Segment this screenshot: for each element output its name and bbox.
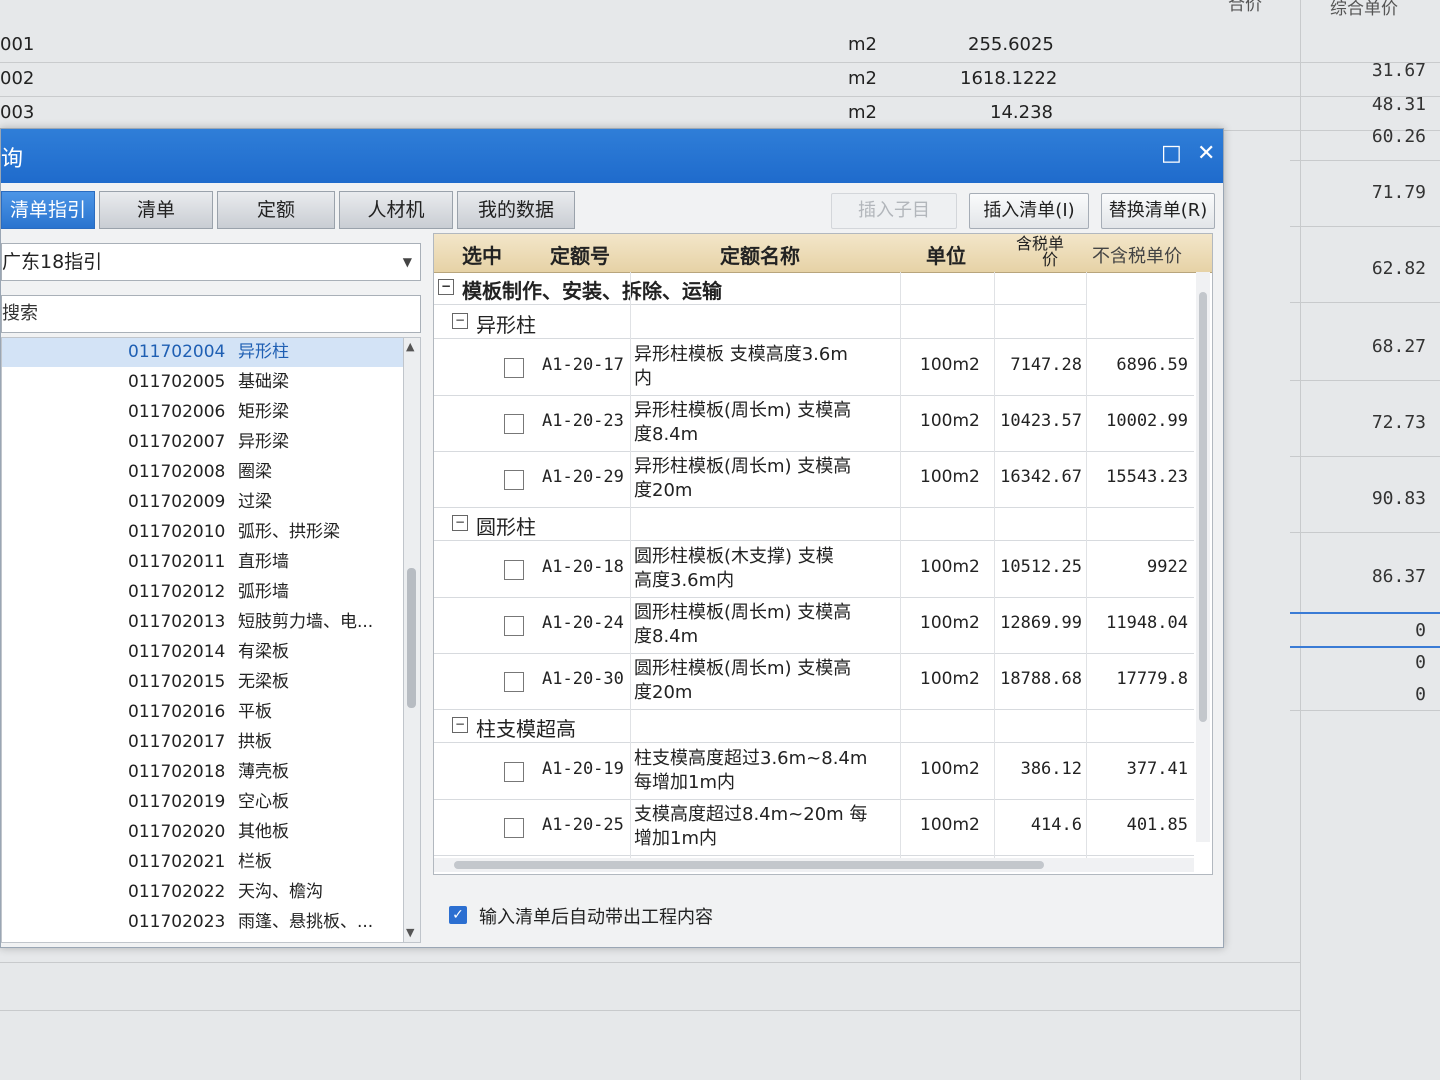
- scroll-thumb[interactable]: [407, 568, 416, 708]
- select-checkbox[interactable]: [504, 358, 524, 378]
- table-row[interactable]: A1-20-24 圆形柱模板(周长m) 支模高 度8.4m 100m2 12869.99…: [434, 598, 1194, 654]
- list-guide-items: 011702004 异形柱 011702005 基础梁 011702006 矩形梁 0117…: [1, 337, 405, 943]
- select-checkbox[interactable]: [504, 470, 524, 490]
- list-item[interactable]: 011702012 弧形墙: [2, 578, 404, 607]
- close-icon[interactable]: ✕: [1197, 141, 1215, 166]
- bg-row[interactable]: 003 m2 14.238: [0, 96, 1440, 131]
- list-item[interactable]: 011702013 短肢剪力墙、电...: [2, 608, 404, 637]
- tab-list[interactable]: 清单: [99, 191, 213, 229]
- select-checkbox[interactable]: [504, 762, 524, 782]
- search-input[interactable]: 搜索: [1, 295, 421, 333]
- table-row[interactable]: A1-20-19 柱支模高度超过3.6m~8.4m 每增加1m内 100m2 386.1…: [434, 744, 1194, 800]
- list-item[interactable]: 011702023 雨篷、悬挑板、...: [2, 908, 404, 937]
- table-row[interactable]: A1-20-29 异形柱模板(周长m) 支模高 度20m 100m2 16342.67 1…: [434, 452, 1194, 508]
- select-checkbox[interactable]: [504, 560, 524, 580]
- table-row[interactable]: A1-20-30 圆形柱模板(周长m) 支模高 度20m 100m2 18788.68 1…: [434, 654, 1194, 710]
- tab-materials[interactable]: 人材机: [339, 191, 453, 229]
- select-checkbox[interactable]: [504, 414, 524, 434]
- collapse-icon[interactable]: −: [438, 279, 454, 295]
- table-row[interactable]: A1-20-18 圆形柱模板(木支撑) 支模 高度3.6m内 100m2 10512.2…: [434, 542, 1194, 598]
- col-notax-price[interactable]: 不含税单价: [1092, 242, 1182, 268]
- grid-group-row[interactable]: − 柱支模超高: [434, 710, 1194, 743]
- guide-select[interactable]: 广东18指引 ▼: [1, 243, 421, 281]
- tab-list-guide[interactable]: 清单指引: [1, 191, 95, 229]
- auto-content-checkbox[interactable]: ✓: [449, 906, 467, 924]
- table-row[interactable]: A1-20-23 异形柱模板(周长m) 支模高 度8.4m 100m2 10423.57…: [434, 396, 1194, 452]
- grid-group-row[interactable]: − 圆形柱: [434, 508, 1194, 541]
- list-item[interactable]: 011702020 其他板: [2, 818, 404, 847]
- insert-child-button[interactable]: 插入子目: [831, 193, 957, 229]
- list-item[interactable]: 011702005 基础梁: [2, 368, 404, 397]
- list-item[interactable]: 011702017 拱板: [2, 728, 404, 757]
- list-item[interactable]: 011702022 天沟、檐沟: [2, 878, 404, 907]
- list-item[interactable]: 011702007 异形梁: [2, 428, 404, 457]
- tab-quota[interactable]: 定额: [217, 191, 335, 229]
- select-checkbox[interactable]: [504, 616, 524, 636]
- guide-select-value: 广东18指引: [2, 251, 103, 273]
- dialog-title: 询: [1, 147, 24, 172]
- col-select[interactable]: 选中: [462, 240, 502, 269]
- list-item[interactable]: 011702015 无梁板: [2, 668, 404, 697]
- grid-group-row[interactable]: − 异形柱: [434, 306, 1194, 339]
- scroll-thumb[interactable]: [454, 861, 1044, 869]
- list-item[interactable]: 011702009 过梁: [2, 488, 404, 517]
- grid-vscroll[interactable]: [1196, 272, 1210, 842]
- tab-my-data[interactable]: 我的数据: [457, 191, 575, 229]
- replace-list-button[interactable]: 替换清单(R): [1101, 193, 1215, 229]
- search-placeholder: 搜索: [2, 303, 38, 324]
- bg-header-total: 合价: [1228, 0, 1262, 15]
- col-code[interactable]: 定额号: [550, 240, 610, 269]
- maximize-icon[interactable]: □: [1161, 141, 1182, 166]
- list-item[interactable]: 011702004 异形柱: [2, 338, 404, 367]
- grid-root-row[interactable]: − 模板制作、安装、拆除、运输: [434, 272, 1086, 305]
- grid-header: 选中 定额号 定额名称 单位 含税单价 不含税单价: [434, 234, 1212, 273]
- col-name[interactable]: 定额名称: [720, 240, 800, 269]
- scroll-down-icon[interactable]: ▼: [406, 926, 414, 939]
- list-item[interactable]: 011702018 薄壳板: [2, 758, 404, 787]
- bg-row[interactable]: 002 m2 1618.1222: [0, 62, 1440, 97]
- col-tax-price[interactable]: 含税单价: [1016, 236, 1064, 268]
- collapse-icon[interactable]: −: [452, 313, 468, 329]
- insert-list-button[interactable]: 插入清单(I): [969, 193, 1089, 229]
- list-item[interactable]: 011702011 直形墙: [2, 548, 404, 577]
- list-item[interactable]: 011702006 矩形梁: [2, 398, 404, 427]
- query-dialog: 询 □ ✕ 清单指引 清单 定额 人材机 我的数据 插入子目 插入清单(I) 替…: [0, 128, 1224, 948]
- quota-grid: 选中 定额号 定额名称 单位 含税单价 不含税单价 − 模板制作、安装、拆除、运输…: [433, 233, 1213, 875]
- auto-content-label: 输入清单后自动带出工程内容: [479, 907, 713, 928]
- list-item[interactable]: 011702016 平板: [2, 698, 404, 727]
- grid-hscroll[interactable]: [434, 858, 1194, 872]
- list-item[interactable]: 011702019 空心板: [2, 788, 404, 817]
- col-unit[interactable]: 单位: [926, 240, 966, 269]
- list-item[interactable]: 011702010 弧形、拱形梁: [2, 518, 404, 547]
- table-row[interactable]: A1-20-17 异形柱模板 支模高度3.6m 内 100m2 7147.28 6896.…: [434, 340, 1194, 396]
- chevron-down-icon[interactable]: ▼: [403, 244, 412, 280]
- list-item[interactable]: 011702008 圈梁: [2, 458, 404, 487]
- list-item[interactable]: 011702021 栏板: [2, 848, 404, 877]
- scroll-up-icon[interactable]: ▲: [406, 340, 414, 353]
- list-item[interactable]: 011702014 有梁板: [2, 638, 404, 667]
- select-checkbox[interactable]: [504, 672, 524, 692]
- collapse-icon[interactable]: −: [452, 515, 468, 531]
- bg-unit-price-column: 31.67 48.31 60.26 71.79 62.82 68.27 72.7…: [1290, 0, 1440, 1080]
- dialog-titlebar[interactable]: 询 □ ✕: [1, 129, 1223, 183]
- list-scrollbar[interactable]: ▲ ▼: [403, 337, 421, 943]
- bg-row[interactable]: 001 m2 255.6025: [0, 28, 1440, 63]
- collapse-icon[interactable]: −: [452, 717, 468, 733]
- scroll-thumb[interactable]: [1199, 292, 1207, 722]
- table-row[interactable]: A1-20-25 支模高度超过8.4m~20m 每增加1m内 100m2 414.6 4…: [434, 800, 1194, 856]
- select-checkbox[interactable]: [504, 818, 524, 838]
